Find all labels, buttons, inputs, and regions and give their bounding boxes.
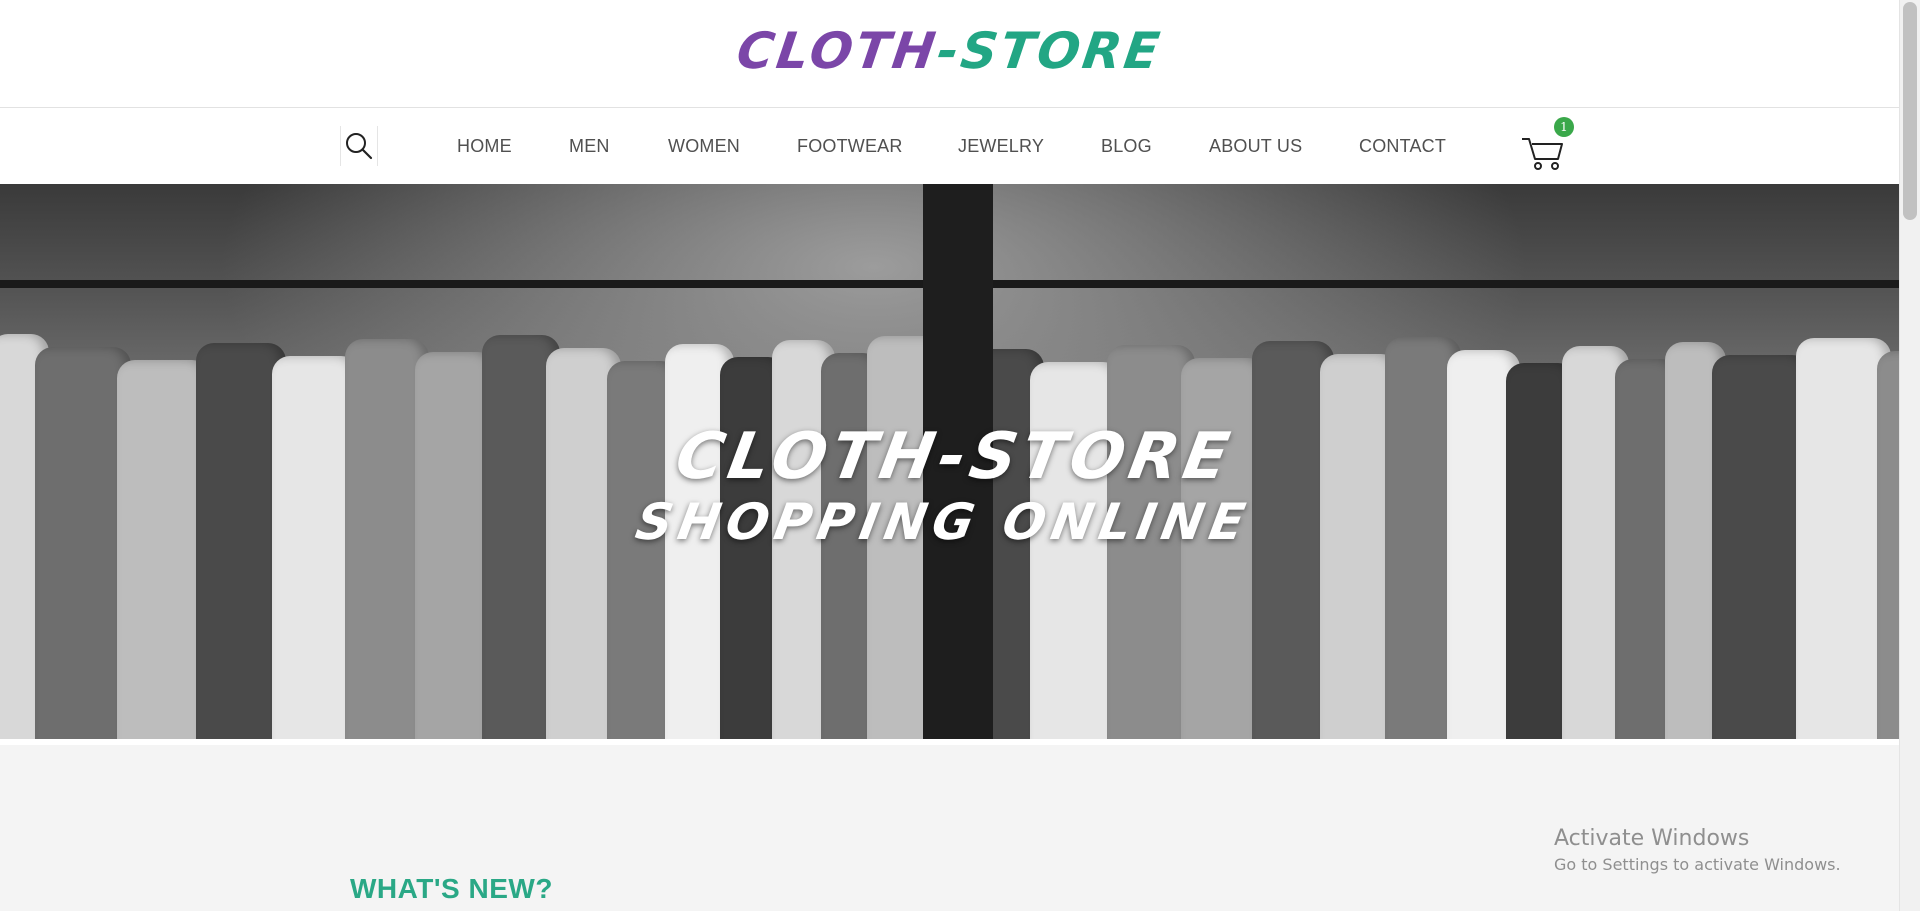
nav-item-contact[interactable]: CONTACT (1359, 136, 1446, 157)
site-logo[interactable]: CLOTH-STORE (0, 22, 1903, 80)
nav-item-blog[interactable]: BLOG (1101, 136, 1152, 157)
hero-title: CLOTH-STORE SHOPPING ONLINE (0, 420, 1899, 552)
windows-activation-watermark: Activate Windows Go to Settings to activ… (1554, 826, 1841, 874)
hero-banner: CLOTH-STORE SHOPPING ONLINE (0, 184, 1899, 739)
main-navigation: HOME MEN WOMEN FOOTWEAR JEWELRY BLOG ABO… (0, 109, 1899, 184)
section-title: WHAT'S NEW? (350, 873, 553, 904)
whats-new-section: WHAT'S NEW? (0, 739, 1899, 911)
nav-item-home[interactable]: HOME (457, 136, 512, 157)
search-icon (346, 133, 373, 160)
watermark-title: Activate Windows (1554, 826, 1750, 851)
search-button[interactable] (340, 126, 378, 166)
hero-title-line: CLOTH-STORE (670, 420, 1240, 494)
hero-subtitle: SHOPPING ONLINE (631, 493, 1256, 551)
cart-button[interactable]: 1 (1520, 117, 1574, 175)
nav-item-men[interactable]: MEN (569, 136, 610, 157)
logo-part-cloth: CLOTH (733, 22, 942, 80)
nav-item-about-us[interactable]: ABOUT US (1209, 136, 1302, 157)
site-header: CLOTH-STORE (0, 0, 1899, 108)
scrollbar-thumb[interactable] (1903, 2, 1917, 220)
nav-item-women[interactable]: WOMEN (668, 136, 740, 157)
logo-part-store: STORE (957, 22, 1166, 80)
nav-item-footwear[interactable]: FOOTWEAR (797, 136, 903, 157)
watermark-subtitle: Go to Settings to activate Windows. (1554, 855, 1841, 874)
page-scrollbar[interactable] (1899, 0, 1920, 911)
page: CLOTH-STORE HOME MEN WOMEN FOOTWEAR JEWE… (0, 0, 1920, 911)
nav-item-jewelry[interactable]: JEWELRY (958, 136, 1044, 157)
cart-count-badge: 1 (1554, 117, 1574, 137)
